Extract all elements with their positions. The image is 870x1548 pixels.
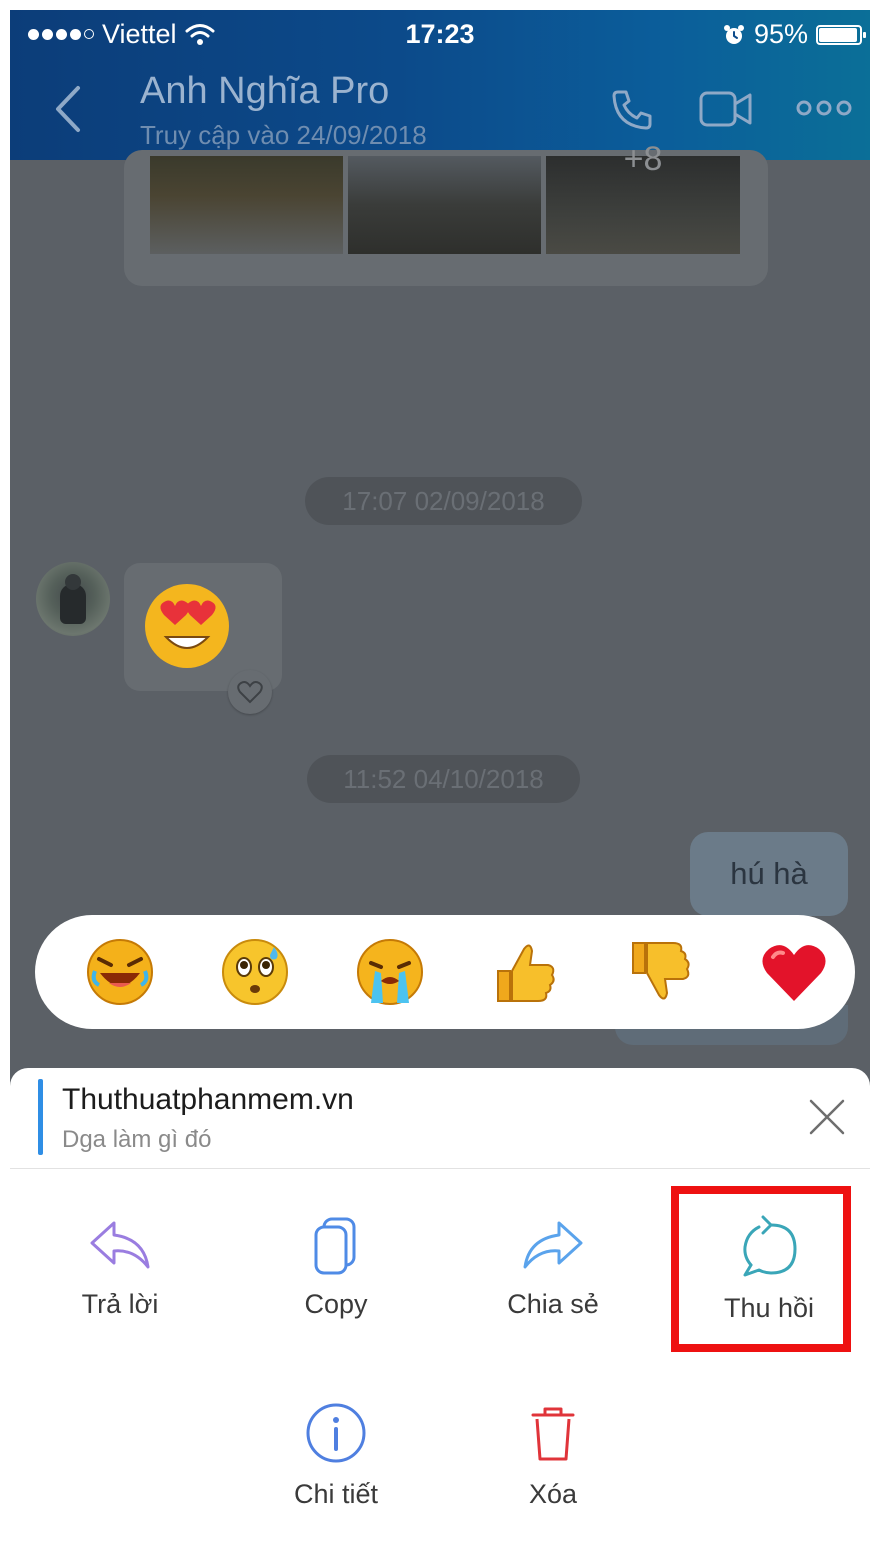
more-options-icon[interactable]: [796, 98, 852, 118]
thumbs-down-emoji-icon[interactable]: [625, 937, 695, 1007]
share-arrow-icon: [523, 1221, 583, 1269]
reply-label: Trả lời: [81, 1289, 159, 1319]
status-right: 95%: [722, 19, 866, 50]
details-button[interactable]: Chi tiết: [236, 1401, 436, 1510]
crying-emoji-icon[interactable]: [355, 937, 425, 1007]
battery-icon: [816, 24, 866, 45]
reaction-picker: [35, 915, 855, 1029]
alarm-clock-icon: [723, 24, 744, 44]
trash-icon: [531, 1407, 575, 1461]
share-button[interactable]: Chia sẻ: [453, 1215, 653, 1320]
delete-label: Xóa: [528, 1479, 578, 1509]
battery-percentage: 95%: [753, 19, 808, 49]
timestamp-divider: 17:07 02/09/2018: [305, 477, 582, 525]
divider: [10, 1168, 870, 1169]
like-reaction-button[interactable]: [228, 670, 272, 714]
recall-highlight-box: [671, 1186, 851, 1352]
quoted-message: Dga làm gì đó: [62, 1126, 212, 1153]
copy-button[interactable]: Copy: [236, 1215, 436, 1320]
timestamp-divider: 11:52 04/10/2018: [307, 755, 580, 803]
contact-name[interactable]: Anh Nghĩa Pro: [140, 70, 389, 113]
reply-arrow-icon: [90, 1221, 150, 1269]
laugh-emoji-icon[interactable]: [85, 937, 155, 1007]
avatar[interactable]: [36, 562, 110, 636]
outgoing-message[interactable]: hú hà: [690, 832, 848, 916]
thumbs-up-emoji-icon[interactable]: [490, 937, 560, 1007]
album-photo[interactable]: [150, 156, 343, 254]
last-seen-status: Truy cập vào 24/09/2018: [140, 120, 427, 150]
heart-emoji-icon[interactable]: [759, 937, 829, 1007]
close-icon[interactable]: [805, 1095, 849, 1139]
album-more-count: +8: [623, 140, 663, 178]
album-photo[interactable]: [348, 156, 541, 254]
info-icon: [306, 1403, 366, 1463]
copy-icon: [314, 1217, 356, 1275]
status-bar: Viettel 17:23 95%: [10, 10, 870, 60]
album-photo[interactable]: +8: [546, 140, 740, 254]
heart-outline-icon: [237, 681, 263, 704]
phone-call-icon[interactable]: [608, 86, 656, 134]
heart-eyes-emoji-icon: [145, 584, 229, 668]
share-label: Chia sẻ: [507, 1289, 599, 1319]
details-label: Chi tiết: [293, 1479, 379, 1509]
worried-sweat-emoji-icon[interactable]: [220, 937, 290, 1007]
back-chevron-icon[interactable]: [48, 84, 88, 134]
video-call-icon[interactable]: [698, 88, 754, 130]
delete-button[interactable]: Xóa: [453, 1401, 653, 1510]
quoted-sender: Thuthuatphanmem.vn: [62, 1083, 354, 1116]
chat-header: Viettel 17:23 95% Anh Nghĩa Pro Truy cập…: [10, 10, 870, 160]
copy-label: Copy: [304, 1289, 368, 1319]
phone-screen: Viettel 17:23 95% Anh Nghĩa Pro Truy cập…: [10, 10, 870, 1548]
reply-button[interactable]: Trả lời: [20, 1215, 220, 1320]
quote-accent-bar: [38, 1079, 43, 1155]
